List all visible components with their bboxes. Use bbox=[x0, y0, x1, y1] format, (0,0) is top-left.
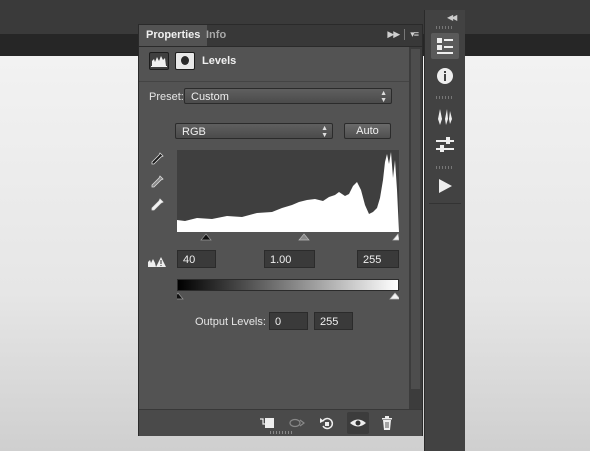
panel-dock: ◀◀ bbox=[424, 10, 465, 451]
panel-resize-grip[interactable] bbox=[270, 431, 292, 434]
black-input-handle bbox=[200, 233, 212, 241]
dock-grip[interactable] bbox=[436, 96, 454, 99]
properties-icon[interactable] bbox=[431, 33, 459, 59]
panel-tabbar: Properties Info ▶▶ ▾≡ bbox=[139, 25, 422, 47]
dock-grip[interactable] bbox=[436, 166, 454, 169]
panel-scrollbar[interactable] bbox=[409, 47, 422, 409]
white-input-handle bbox=[392, 233, 400, 241]
white-point-eyedropper-icon[interactable] bbox=[149, 197, 165, 213]
layer-mask-icon[interactable] bbox=[175, 52, 195, 70]
panel-tools: ▶▶ ▾≡ bbox=[387, 29, 419, 41]
gamma-input-handle bbox=[298, 233, 310, 241]
histogram-curve bbox=[177, 152, 399, 232]
panel-header: Levels bbox=[139, 47, 409, 77]
select-arrows-icon: ▲ ▼ bbox=[321, 125, 328, 139]
auto-button[interactable]: Auto bbox=[344, 123, 391, 139]
input-levels-slider[interactable] bbox=[177, 232, 400, 242]
info-icon[interactable] bbox=[431, 63, 459, 89]
black-point-eyedropper-icon[interactable] bbox=[149, 151, 165, 167]
visibility-eye-icon[interactable] bbox=[347, 412, 369, 434]
collapse-panel-icon[interactable]: ▶▶ bbox=[387, 29, 400, 39]
gray-point-eyedropper-icon[interactable] bbox=[149, 174, 165, 190]
view-previous-icon[interactable] bbox=[289, 415, 305, 431]
input-black-field[interactable]: 40 bbox=[177, 250, 216, 268]
adjustments-icon[interactable] bbox=[431, 132, 459, 158]
header-divider bbox=[139, 81, 409, 82]
dock-collapse-icon[interactable]: ◀◀ bbox=[447, 13, 457, 22]
dock-grip[interactable] bbox=[436, 26, 454, 29]
separator bbox=[404, 29, 406, 41]
preset-value: Custom bbox=[191, 91, 229, 103]
properties-panel: Properties Info ▶▶ ▾≡ Levels Preset: Cust… bbox=[138, 24, 423, 436]
input-white-field[interactable]: 255 bbox=[357, 250, 399, 268]
black-output-handle bbox=[172, 292, 184, 300]
clipping-warning-icon[interactable] bbox=[147, 255, 167, 269]
output-gradient-bar bbox=[177, 279, 399, 291]
levels-histogram bbox=[177, 150, 399, 232]
channel-value: RGB bbox=[182, 126, 206, 138]
adjustment-title: Levels bbox=[202, 55, 237, 67]
clip-to-layer-icon[interactable] bbox=[259, 415, 275, 431]
output-white-field[interactable]: 255 bbox=[314, 312, 353, 330]
tab-info[interactable]: Info bbox=[199, 25, 233, 46]
output-black-field[interactable]: 0 bbox=[269, 312, 308, 330]
play-actions-icon[interactable] bbox=[431, 173, 459, 199]
input-gamma-field[interactable]: 1.00 bbox=[264, 250, 315, 268]
preset-select[interactable]: Custom ▲ ▼ bbox=[184, 88, 392, 104]
brushes-icon[interactable] bbox=[431, 104, 459, 130]
select-arrows-icon: ▲ ▼ bbox=[380, 90, 387, 104]
white-output-handle bbox=[389, 292, 401, 300]
reset-icon[interactable] bbox=[319, 415, 335, 431]
channel-select[interactable]: RGB ▲ ▼ bbox=[175, 123, 333, 139]
tab-properties[interactable]: Properties bbox=[139, 25, 208, 46]
trash-icon[interactable] bbox=[379, 415, 395, 431]
dock-separator bbox=[429, 203, 461, 204]
panel-menu-icon[interactable]: ▾≡ bbox=[410, 29, 419, 39]
levels-adjustment-icon[interactable] bbox=[149, 52, 169, 70]
output-levels-label: Output Levels: bbox=[195, 316, 266, 328]
output-levels-slider[interactable] bbox=[172, 291, 401, 301]
preset-label: Preset: bbox=[149, 91, 184, 103]
scrollbar-thumb[interactable] bbox=[411, 49, 420, 389]
